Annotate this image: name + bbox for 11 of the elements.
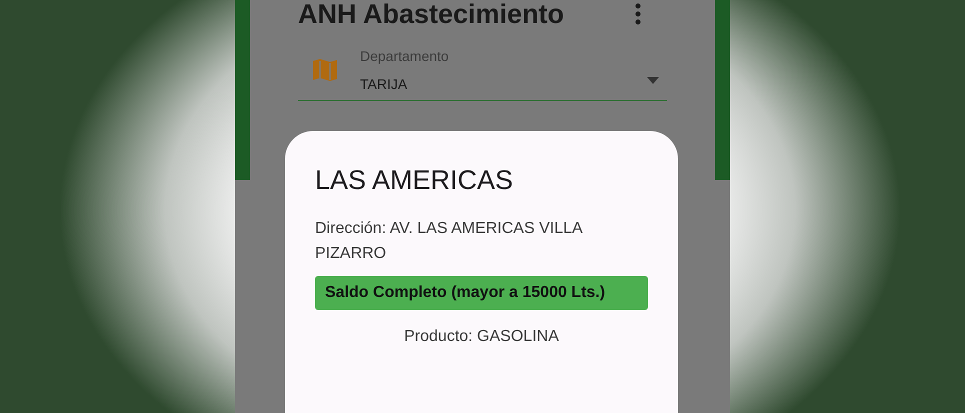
app-title: ANH Abastecimiento <box>298 0 564 30</box>
field-value: TARIJA <box>360 76 408 92</box>
field-label: Departamento <box>360 48 450 64</box>
more-menu-icon[interactable] <box>635 3 641 25</box>
address-text: Dirección: AV. LAS AMERICAS VILLA PIZARRO <box>315 219 584 264</box>
product-text: Producto: GASOLINA <box>403 328 560 346</box>
department-dropdown[interactable]: Departamento TARIJA <box>298 40 667 101</box>
status-label: Saldo Completo (mayor a 15000 Lts.) <box>315 276 648 310</box>
dropdown-caret-icon[interactable] <box>647 76 659 84</box>
dialog-title: LAS AMERICAS <box>315 165 514 196</box>
map-icon <box>312 58 338 82</box>
